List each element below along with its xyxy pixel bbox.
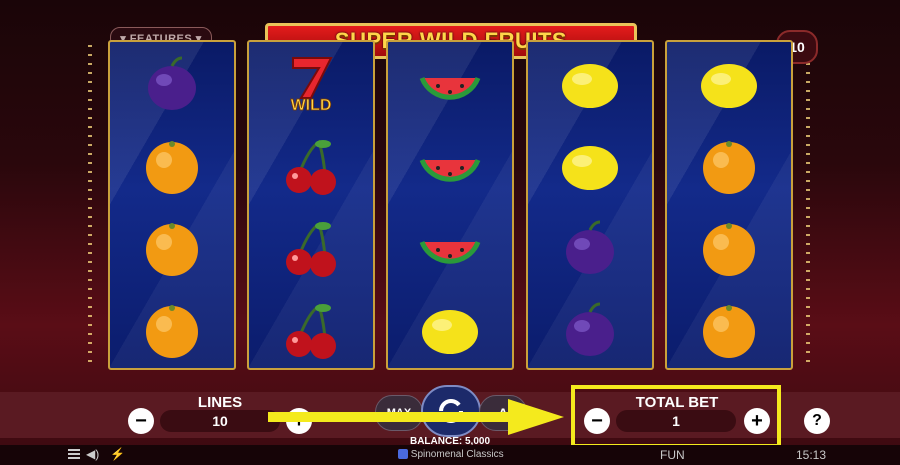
orange-symbol-icon	[697, 216, 761, 280]
annotation-arrow	[268, 399, 564, 435]
lines-minus-button[interactable]: −	[128, 408, 154, 434]
left-light-strip	[88, 45, 92, 365]
cherry-symbol-icon	[279, 216, 343, 280]
sound-icon[interactable]: ◀)	[86, 447, 99, 461]
turbo-icon[interactable]: ⚡	[110, 447, 125, 461]
lines-value: 10	[160, 410, 280, 432]
total-bet-highlight	[571, 385, 781, 448]
plum-symbol-icon	[558, 298, 622, 362]
lemon-symbol-icon	[697, 52, 761, 116]
lemon-symbol-icon	[558, 52, 622, 116]
orange-symbol-icon	[140, 298, 204, 362]
right-light-strip	[806, 45, 810, 365]
svg-text:WILD: WILD	[291, 97, 332, 114]
cherry-symbol-icon	[279, 298, 343, 362]
cherry-symbol-icon	[279, 134, 343, 198]
orange-symbol-icon	[140, 216, 204, 280]
brand-label: Spinomenal Classics	[398, 449, 504, 460]
mode-label: FUN	[660, 448, 685, 462]
help-button[interactable]: ?	[804, 408, 830, 434]
brand-logo-icon	[398, 449, 408, 460]
orange-symbol-icon	[140, 134, 204, 198]
plum-symbol-icon	[140, 52, 204, 116]
wild-seven-symbol-icon: WILD	[279, 52, 343, 116]
watermelon-symbol-icon	[418, 52, 482, 116]
plum-symbol-icon	[558, 216, 622, 280]
lemon-symbol-icon	[558, 134, 622, 198]
menu-icon[interactable]	[68, 449, 80, 459]
orange-symbol-icon	[697, 134, 761, 198]
watermelon-symbol-icon	[418, 216, 482, 280]
watermelon-symbol-icon	[418, 134, 482, 198]
clock: 15:13	[796, 448, 827, 462]
lemon-symbol-icon	[418, 298, 482, 362]
game-stage: ▾ FEATURES ▾ SUPER WILD FRUITS 10 WILD	[0, 0, 900, 390]
brand-text: Spinomenal Classics	[410, 449, 504, 460]
orange-symbol-icon	[697, 298, 761, 362]
lines-label: LINES	[197, 394, 243, 411]
